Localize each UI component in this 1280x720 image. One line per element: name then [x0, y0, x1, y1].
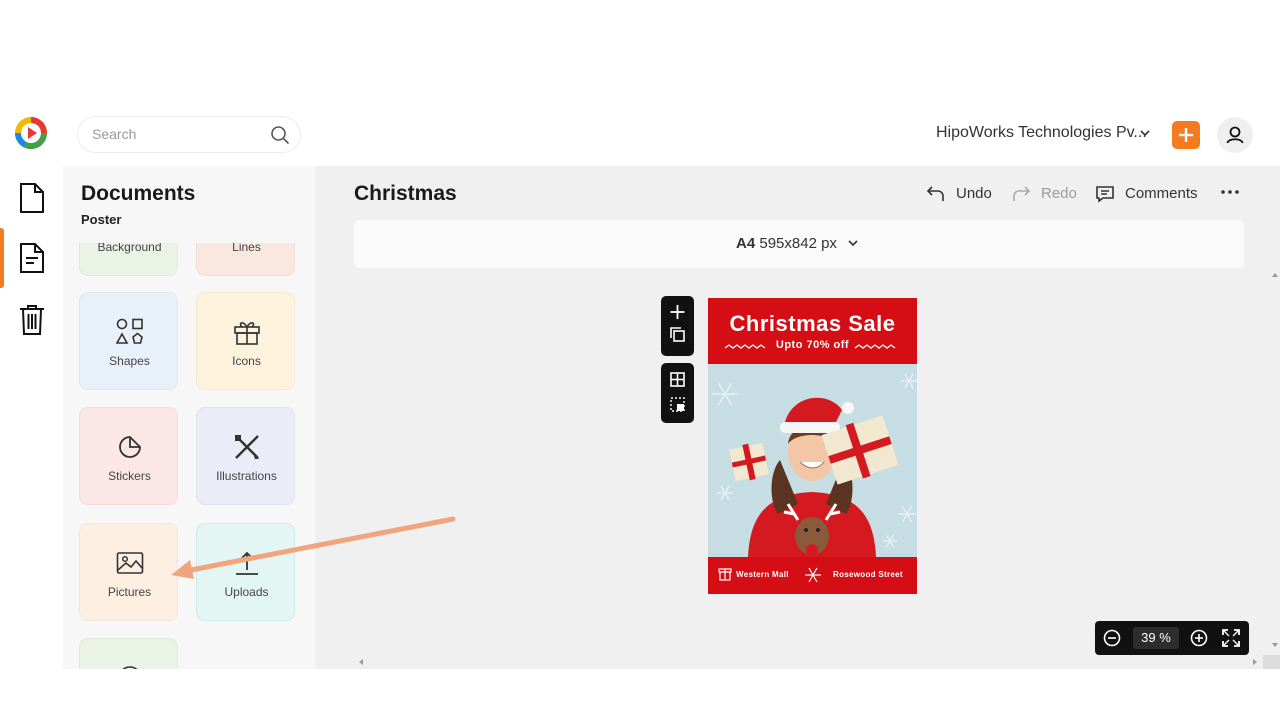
tile-label: Illustrations: [216, 469, 277, 483]
zoom-value: 39: [1141, 630, 1156, 645]
user-avatar[interactable]: [1217, 117, 1253, 153]
chevron-down-icon[interactable]: [1138, 126, 1152, 140]
undo-icon: [926, 186, 944, 201]
panel-title: Documents: [81, 182, 196, 205]
fullscreen-icon[interactable]: [1221, 628, 1241, 648]
zoom-out-icon[interactable]: [1102, 628, 1122, 648]
poster-footer-left[interactable]: Western Mall: [736, 570, 789, 579]
document-icon: [20, 183, 44, 213]
select-area-icon[interactable]: [670, 397, 685, 412]
scroll-right-arrow[interactable]: [1250, 657, 1260, 667]
scroll-corner: [1263, 655, 1280, 669]
redo-icon: [1013, 186, 1031, 201]
scroll-up-arrow[interactable]: [1270, 270, 1280, 280]
zoom-unit: %: [1159, 630, 1171, 645]
poster-footer-right[interactable]: Rosewood Street: [833, 570, 903, 579]
zigzag-decoration: [724, 344, 896, 349]
tile-label: Icons: [232, 354, 261, 368]
redo-label: Redo: [1041, 185, 1077, 202]
elements-panel: Documents Poster Background Lines Shapes…: [63, 166, 315, 669]
search-input[interactable]: [92, 126, 262, 142]
layout-tools-group: [661, 363, 694, 423]
poster-page[interactable]: Christmas Sale Upto 70% off Western Mall…: [708, 298, 917, 594]
grid-icon[interactable]: [670, 372, 685, 387]
trash-icon: [20, 305, 44, 335]
tile-icons[interactable]: Icons: [196, 292, 295, 390]
page-size-text[interactable]: A4 595x842 px: [736, 235, 859, 252]
tile-shapes[interactable]: Shapes: [79, 292, 178, 390]
image-icon: [116, 552, 144, 574]
organization-name[interactable]: HipoWorks Technologies Pv...: [936, 124, 1147, 142]
upload-icon: [236, 551, 258, 575]
page-size-selector[interactable]: A4 595x842 px: [354, 220, 1244, 268]
rail-documents[interactable]: [0, 228, 63, 288]
tile-label: Shapes: [109, 354, 150, 368]
pencil-ruler-icon: [235, 435, 259, 459]
zoom-value-field[interactable]: 39 %: [1133, 627, 1179, 649]
tile-uploads[interactable]: Uploads: [196, 523, 295, 621]
app-logo[interactable]: [14, 116, 48, 150]
app-window: HipoWorks Technologies Pv... Documents P…: [0, 0, 1280, 720]
search-box[interactable]: [77, 116, 301, 153]
scroll-down-arrow[interactable]: [1270, 640, 1280, 650]
tile-stickers[interactable]: Stickers: [79, 407, 178, 505]
plus-icon: [1179, 128, 1193, 142]
panel-subtitle: Poster: [81, 212, 122, 227]
tile-label: Background: [97, 243, 162, 254]
comments-label: Comments: [1125, 185, 1198, 202]
top-bar: HipoWorks Technologies Pv...: [0, 108, 1280, 166]
document-text-icon: [20, 243, 44, 273]
element-tiles: Background Lines Shapes Icons Stickers I…: [63, 243, 315, 669]
scroll-left-arrow[interactable]: [356, 657, 366, 667]
sticker-icon: [119, 436, 141, 458]
tile-pictures[interactable]: Pictures: [79, 523, 178, 621]
add-page-icon[interactable]: [670, 305, 685, 319]
document-title[interactable]: Christmas: [354, 182, 457, 206]
tile-label: Uploads: [224, 585, 269, 599]
tile-more[interactable]: [79, 638, 178, 669]
zoom-control: 39 %: [1095, 621, 1249, 655]
page-size-name: A4: [736, 235, 756, 252]
rail-trash[interactable]: [0, 290, 63, 346]
search-icon[interactable]: [270, 125, 290, 145]
clock-icon: [122, 666, 138, 669]
poster-photo[interactable]: [708, 364, 917, 557]
undo-label: Undo: [956, 185, 992, 202]
tile-background[interactable]: Background: [79, 243, 178, 276]
gift-icon: [234, 322, 260, 345]
rail-new-document[interactable]: [0, 168, 63, 224]
tile-label: Pictures: [107, 585, 152, 599]
gift-icon: [718, 568, 732, 581]
tile-label: Stickers: [108, 469, 151, 483]
snowflake-icon: [805, 567, 821, 583]
page-size-dims: 595x842 px: [759, 235, 837, 252]
tile-illustrations[interactable]: Illustrations: [196, 407, 295, 505]
user-icon: [1226, 126, 1244, 144]
comment-icon: [1096, 186, 1114, 203]
tile-lines[interactable]: Lines: [196, 243, 295, 276]
shapes-icon: [116, 318, 143, 344]
chevron-down-icon: [848, 240, 858, 247]
create-new-button[interactable]: [1172, 121, 1200, 149]
duplicate-page-icon[interactable]: [670, 327, 685, 342]
poster-header: Christmas Sale Upto 70% off: [708, 298, 917, 364]
page-tools-group: [661, 296, 694, 356]
zoom-in-icon[interactable]: [1189, 628, 1209, 648]
left-rail: [0, 166, 63, 669]
poster-footer: Western Mall Rosewood Street: [708, 557, 917, 594]
more-horizontal-icon: [1221, 190, 1239, 194]
editor-workspace: Christmas Undo Redo Comments A4 595x842 …: [315, 166, 1280, 669]
tile-label: Lines: [232, 243, 261, 254]
